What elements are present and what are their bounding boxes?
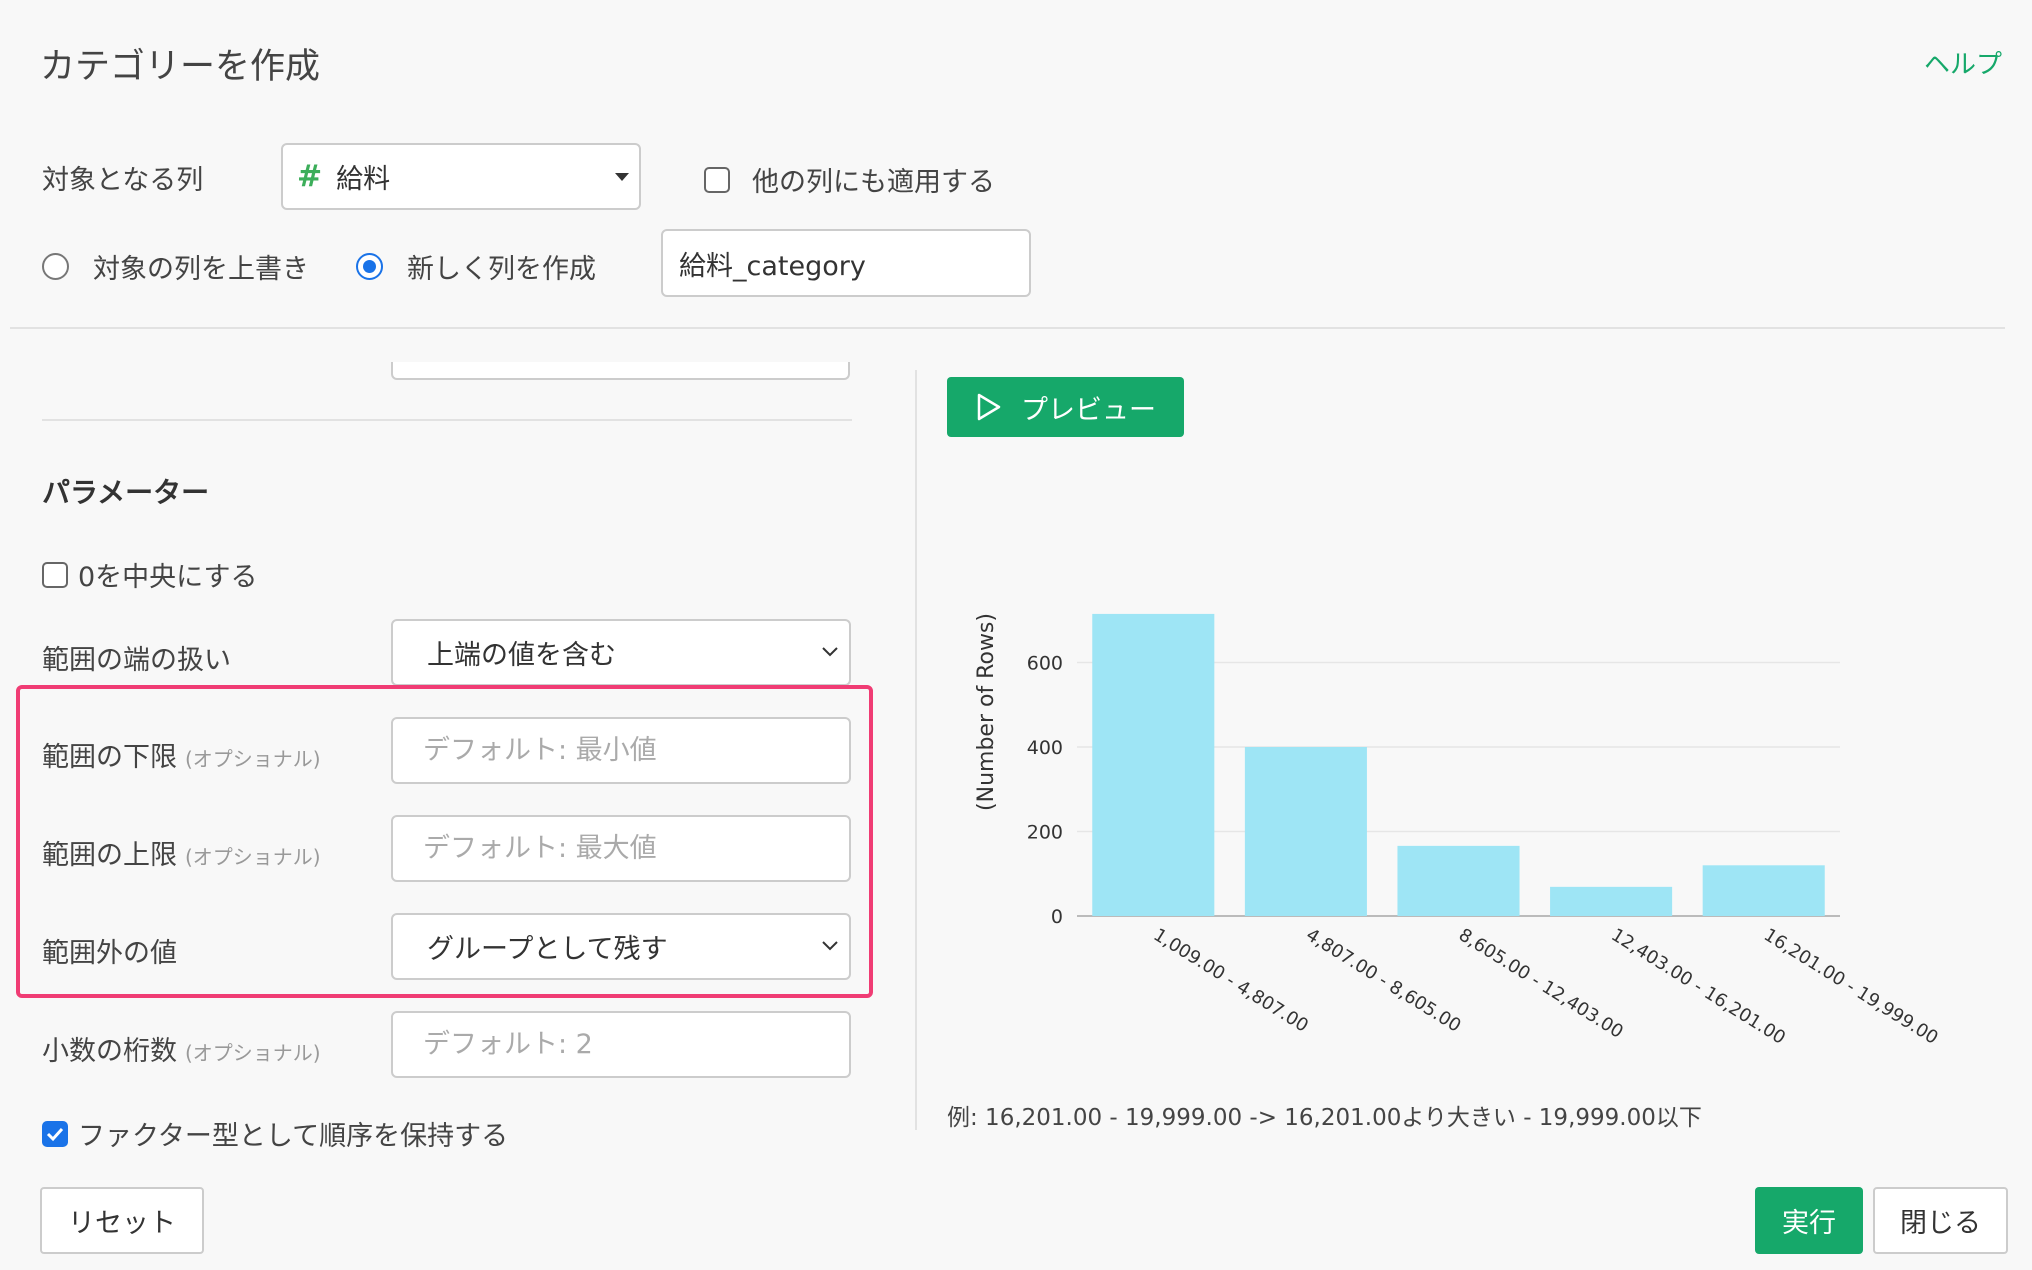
lower-bound-label-text: 範囲の下限 xyxy=(42,742,177,773)
apply-other-label: 他の列にも適用する xyxy=(752,167,995,198)
x-tick-label: 8,605.00 - 12,403.00 xyxy=(1455,924,1627,1042)
x-tick-label: 1,009.00 - 4,807.00 xyxy=(1150,924,1312,1036)
y-tick-label: 400 xyxy=(1027,737,1063,759)
outside-label: 範囲外の値 xyxy=(42,938,177,969)
y-tick-label: 200 xyxy=(1027,822,1063,844)
optional-tag: (オプショナル) xyxy=(185,1041,321,1065)
lower-bound-input[interactable] xyxy=(391,717,851,784)
help-link[interactable]: ヘルプ xyxy=(1924,44,2002,81)
bar xyxy=(1397,845,1520,916)
optional-tag: (オプショナル) xyxy=(185,747,321,771)
check-icon xyxy=(46,1127,64,1141)
lower-bound-label: 範囲の下限 (オプショナル) xyxy=(42,735,321,774)
histogram-chart: 0 200 400 600 1,009.00 - 4,807.004,807.00 -… xyxy=(974,613,1942,1049)
apply-other-checkbox[interactable] xyxy=(704,166,730,193)
edge-select[interactable]: 上端の値を含む xyxy=(391,619,851,686)
example-text: 例: 16,201.00 - 19,999.00 -> 16,201.00より大… xyxy=(947,1105,1702,1131)
dialog-title: カテゴリーを作成 xyxy=(40,47,321,87)
center-zero-checkbox[interactable] xyxy=(42,561,68,588)
section-divider xyxy=(42,419,852,421)
close-button[interactable]: 閉じる xyxy=(1873,1187,2008,1254)
center-zero-option[interactable]: 0を中央にする xyxy=(42,555,257,594)
outside-value: グループとして残す xyxy=(427,934,668,965)
caret-down-icon xyxy=(615,173,629,181)
run-button[interactable]: 実行 xyxy=(1755,1187,1863,1254)
header-divider xyxy=(10,327,2005,329)
new-column-label: 新しく列を作成 xyxy=(407,254,596,285)
factor-checkbox[interactable] xyxy=(42,1120,68,1147)
parameters-heading: パラメーター xyxy=(42,476,210,509)
new-column-name-input[interactable] xyxy=(661,229,1031,297)
numeric-column-icon: # xyxy=(297,159,323,194)
chevron-down-icon xyxy=(822,941,838,951)
decimals-label-text: 小数の桁数 xyxy=(42,1036,177,1067)
bar xyxy=(1550,886,1673,916)
overwrite-radio[interactable] xyxy=(42,253,69,280)
overwrite-label: 対象の列を上書き xyxy=(93,254,309,285)
new-column-option[interactable]: 新しく列を作成 xyxy=(356,247,596,286)
x-tick-label: 4,807.00 - 8,605.00 xyxy=(1302,924,1464,1036)
decimals-label: 小数の桁数 (オプショナル) xyxy=(42,1029,321,1068)
apply-other-option[interactable]: 他の列にも適用する xyxy=(704,160,995,199)
target-column-label: 対象となる列 xyxy=(42,165,204,196)
target-column-value: 給料 xyxy=(336,164,391,195)
target-column-select[interactable]: # 給料 xyxy=(281,143,641,210)
new-column-radio[interactable] xyxy=(356,253,383,280)
preview-button[interactable]: プレビュー xyxy=(947,377,1184,437)
reset-button[interactable]: リセット xyxy=(40,1187,204,1254)
preview-button-label: プレビュー xyxy=(1021,394,1156,426)
overwrite-option[interactable]: 対象の列を上書き xyxy=(42,247,309,286)
edge-label: 範囲の端の扱い xyxy=(42,645,231,676)
chevron-down-icon xyxy=(822,647,838,657)
panel-divider xyxy=(915,370,917,1130)
factor-option[interactable]: ファクター型として順序を保持する xyxy=(42,1114,508,1153)
outside-select[interactable]: グループとして残す xyxy=(391,913,851,980)
upper-bound-input[interactable] xyxy=(391,815,851,882)
upper-bound-label-text: 範囲の上限 xyxy=(42,840,177,871)
play-icon xyxy=(977,393,1001,421)
bar xyxy=(1702,865,1825,916)
center-zero-label: 0を中央にする xyxy=(78,562,258,593)
factor-label: ファクター型として順序を保持する xyxy=(78,1121,509,1152)
y-axis-label: (Number of Rows) xyxy=(974,613,999,811)
upper-bound-label: 範囲の上限 (オプショナル) xyxy=(42,833,321,872)
y-tick-label: 600 xyxy=(1027,653,1063,675)
bar xyxy=(1092,613,1215,916)
edge-value: 上端の値を含む xyxy=(427,640,616,671)
bar xyxy=(1244,747,1367,916)
y-tick-label: 0 xyxy=(1051,906,1063,928)
optional-tag: (オプショナル) xyxy=(185,845,321,869)
scrolled-field-edge xyxy=(391,362,850,380)
decimals-input[interactable] xyxy=(391,1011,851,1078)
